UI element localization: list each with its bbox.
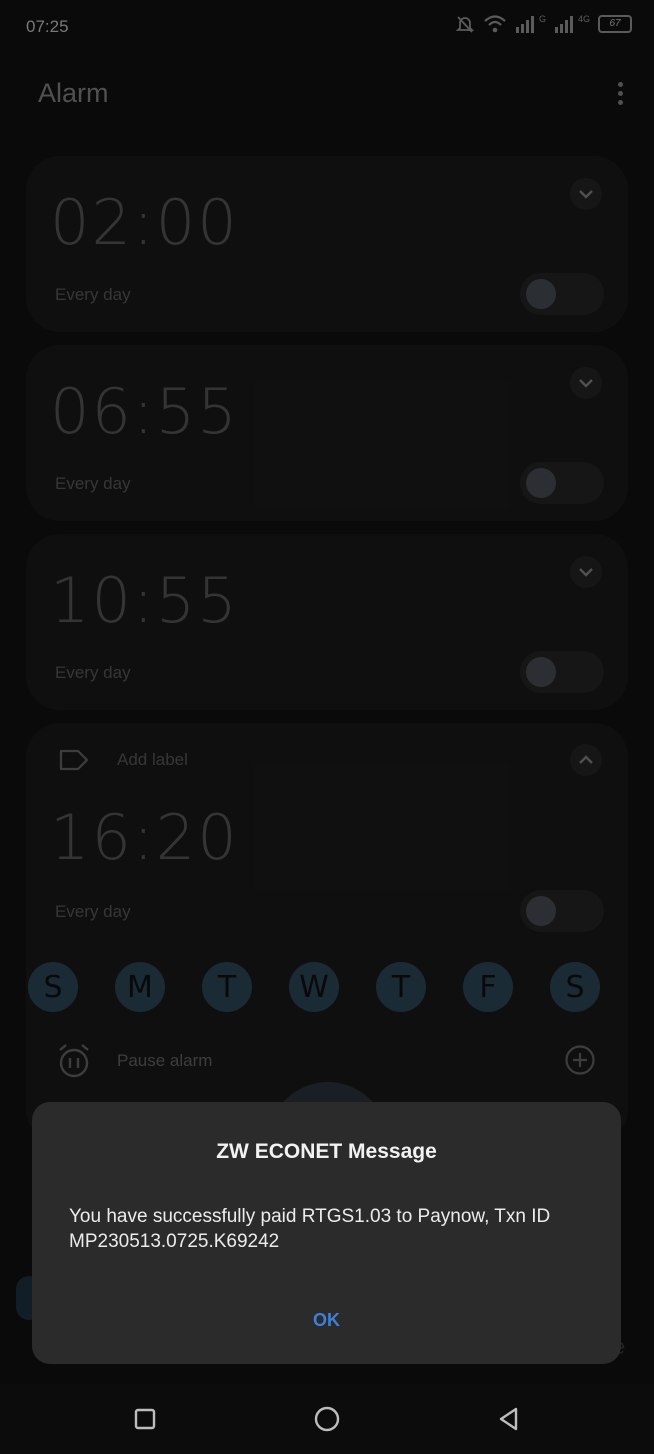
system-nav-bar [0,1384,654,1454]
recents-icon[interactable] [130,1404,160,1434]
ok-button[interactable]: OK [32,1310,621,1331]
home-icon[interactable] [312,1404,342,1434]
back-icon[interactable] [494,1404,524,1434]
message-dialog: ZW ECONET Message You have successfully … [32,1102,621,1364]
dialog-message: You have successfully paid RTGS1.03 to P… [69,1206,551,1252]
dialog-title: ZW ECONET Message [216,1140,437,1163]
